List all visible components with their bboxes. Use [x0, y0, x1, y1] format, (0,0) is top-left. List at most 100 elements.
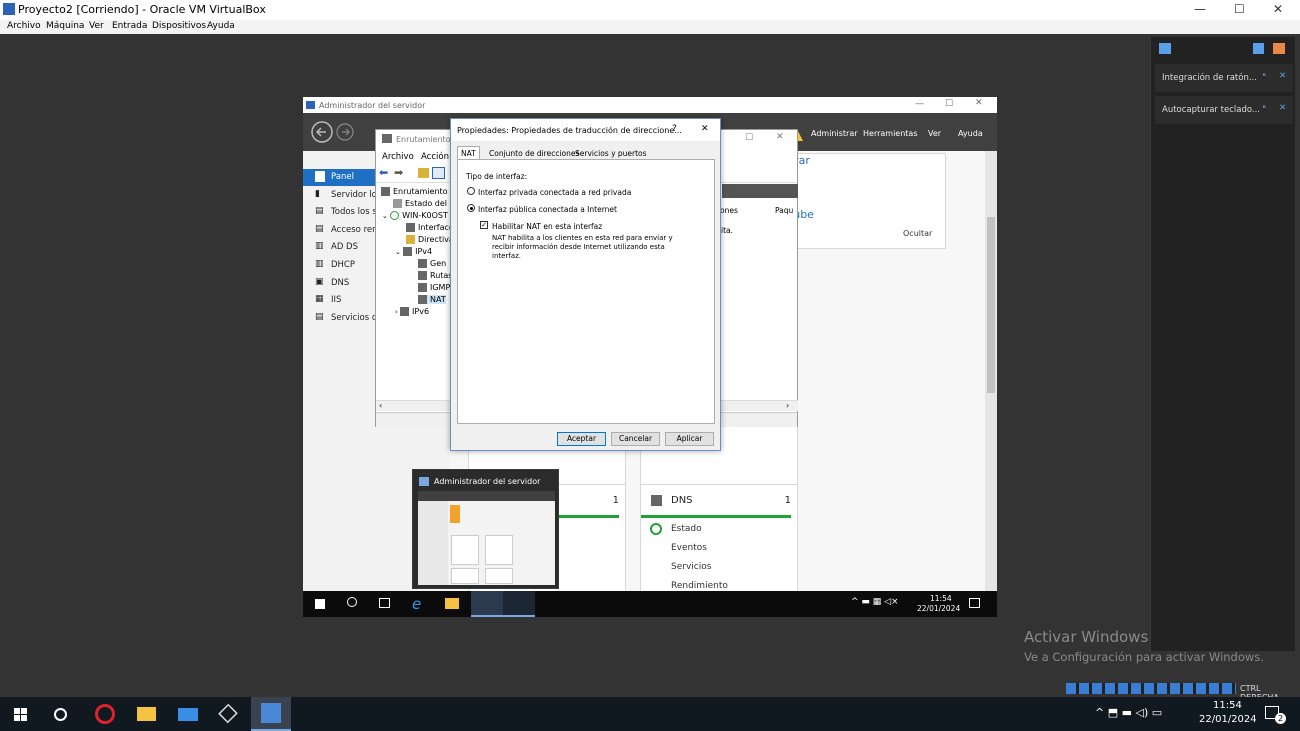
- tree-item-directivas[interactable]: Directiva: [406, 235, 454, 244]
- notification-mouse-integration[interactable]: Integración de ratón... ⁌ ✕: [1155, 64, 1293, 92]
- vm-windows2016-taskbar-icon[interactable]: [251, 697, 291, 731]
- back-forward-icon[interactable]: [311, 121, 361, 143]
- guest-notification-icon[interactable]: [969, 598, 980, 608]
- guest-maximize-button[interactable]: ☐: [945, 99, 953, 109]
- notification-pin-icon[interactable]: ⁌: [1262, 103, 1266, 113]
- dialog-close-button[interactable]: ✕: [701, 124, 709, 134]
- radio-public-interface[interactable]: [467, 204, 475, 212]
- tree-item-igmp[interactable]: IGMP: [418, 283, 450, 292]
- header-menu-ver[interactable]: Ver: [928, 129, 941, 138]
- show-hide-tree-icon[interactable]: [432, 167, 445, 179]
- opera-browser-icon[interactable]: [95, 704, 115, 724]
- tree-item-ipv6[interactable]: › IPv6: [395, 307, 429, 316]
- rras-col-ones[interactable]: ones: [720, 206, 738, 215]
- menu-entrada[interactable]: Entrada: [112, 21, 147, 31]
- vbox-menubar: Archivo Máquina Ver Entrada Dispositivos…: [0, 20, 1300, 34]
- scroll-left-icon[interactable]: ‹: [379, 401, 382, 410]
- radio-private-interface[interactable]: [467, 187, 475, 195]
- tree-item-interfaces[interactable]: Interface: [406, 223, 454, 232]
- menu-ver[interactable]: Ver: [89, 21, 104, 31]
- menu-dispositivos[interactable]: Dispositivos: [152, 21, 206, 31]
- taskbar-thumbnail-preview[interactable]: Administrador del servidor: [412, 469, 559, 589]
- notification-close-icon[interactable]: ✕: [1279, 103, 1286, 113]
- folder-up-icon[interactable]: [418, 168, 429, 178]
- host-clock-date[interactable]: 22/01/2024: [1199, 714, 1257, 725]
- tree-item-nat[interactable]: NAT: [418, 295, 446, 304]
- hide-link[interactable]: Ocultar: [903, 229, 932, 238]
- notification-center-icon[interactable]: [1159, 43, 1171, 54]
- chevron-down-icon[interactable]: ⌄: [382, 212, 390, 220]
- scrollbar-thumb[interactable]: [987, 217, 995, 393]
- guest-taskview-icon[interactable]: [379, 598, 390, 608]
- notification-pin-icon[interactable]: ⁌: [1262, 71, 1266, 81]
- apply-button[interactable]: Aplicar: [665, 432, 714, 446]
- dns-card-row-estado[interactable]: Estado: [671, 524, 702, 534]
- file-explorer-icon[interactable]: [137, 707, 156, 721]
- rras-maximize-button[interactable]: ☐: [745, 133, 753, 143]
- rras-menu-accion[interactable]: Acción: [421, 152, 449, 162]
- guest-rras-taskbar-icon[interactable]: [503, 591, 535, 617]
- guest-minimize-button[interactable]: —: [915, 99, 924, 109]
- notification-keyboard-capture[interactable]: Autocapturar teclado... ⁌ ✕: [1155, 96, 1293, 124]
- tab-nat[interactable]: NAT: [457, 146, 480, 160]
- tab-servicios-puertos[interactable]: Servicios y puertos: [571, 146, 651, 159]
- close-button[interactable]: ✕: [1273, 2, 1283, 16]
- guest-server-manager-taskbar-icon[interactable]: [471, 591, 503, 617]
- enable-nat-label[interactable]: Habilitar NAT en esta interfaz: [492, 222, 602, 231]
- guest-clock-time[interactable]: 11:54: [930, 594, 952, 603]
- guest-explorer-icon[interactable]: [445, 598, 459, 609]
- tab-conjunto-direcciones[interactable]: Conjunto de direcciones: [485, 146, 583, 159]
- rras-menu-archivo[interactable]: Archivo: [382, 152, 414, 162]
- guest-start-icon[interactable]: [315, 599, 325, 609]
- windows-start-icon[interactable]: [14, 708, 27, 721]
- host-tray-icons[interactable]: ^ ⬒ ▬ ◁) ▭: [1095, 706, 1162, 719]
- menu-ayuda[interactable]: Ayuda: [207, 21, 235, 31]
- cortana-search-icon[interactable]: [54, 708, 67, 721]
- tree-item-estado[interactable]: Estado del s: [393, 199, 454, 208]
- tree-item-server[interactable]: ⌄ WIN-K0OST: [382, 211, 448, 220]
- header-menu-administrar[interactable]: Administrar: [811, 129, 858, 138]
- minimize-button[interactable]: —: [1194, 2, 1206, 16]
- vbox-status-icons[interactable]: [1066, 683, 1236, 694]
- guest-clock-date[interactable]: 22/01/2024: [917, 604, 960, 613]
- server-manager-scrollbar[interactable]: [985, 151, 997, 591]
- cancel-button[interactable]: Cancelar: [611, 432, 660, 446]
- rras-close-button[interactable]: ✕: [776, 132, 784, 142]
- maximize-button[interactable]: ☐: [1234, 2, 1245, 16]
- notification-close-icon[interactable]: ✕: [1279, 71, 1286, 81]
- rras-col-paqu[interactable]: Paqu: [775, 206, 793, 215]
- dns-card[interactable]: DNS 1 Estado Eventos Servicios Rendimien…: [640, 484, 798, 594]
- virtualbox-taskbar-icon[interactable]: [218, 703, 238, 724]
- dns-card-row-rendimiento[interactable]: Rendimiento: [671, 581, 728, 591]
- back-arrow-icon[interactable]: ⬅: [379, 166, 388, 179]
- guest-search-icon[interactable]: [347, 597, 357, 607]
- enable-nat-checkbox[interactable]: ✓: [480, 221, 488, 229]
- radio-private-label[interactable]: Interfaz privada conectada a red privada: [478, 188, 631, 197]
- dns-card-icon: [651, 495, 662, 506]
- menu-maquina[interactable]: Máquina: [46, 21, 84, 31]
- forward-arrow-icon[interactable]: ➡: [394, 166, 403, 179]
- tree-item-ipv4[interactable]: ⌄ IPv4: [395, 247, 432, 256]
- dns-card-row-servicios[interactable]: Servicios: [671, 562, 711, 572]
- dialog-help-button[interactable]: ?: [672, 124, 677, 134]
- header-menu-ayuda[interactable]: Ayuda: [958, 129, 983, 138]
- host-clock-time[interactable]: 11:54: [1213, 700, 1242, 711]
- header-menu-herramientas[interactable]: Herramientas: [863, 129, 918, 138]
- guest-tray-icons[interactable]: ^ ▬ ▦ ◁×: [851, 597, 899, 607]
- guest-ie-icon[interactable]: e: [412, 595, 421, 613]
- ipv6-node-icon: [400, 307, 410, 316]
- dns-card-row-eventos[interactable]: Eventos: [671, 543, 707, 553]
- ok-button[interactable]: Aceptar: [557, 432, 606, 446]
- tree-item-root[interactable]: Enrutamiento y: [381, 187, 455, 196]
- menu-archivo[interactable]: Archivo: [7, 21, 41, 31]
- nat-properties-dialog[interactable]: Propiedades: Propiedades de traducción d…: [450, 118, 721, 451]
- scroll-right-icon[interactable]: ›: [786, 401, 789, 410]
- tree-item-rutas[interactable]: Rutas: [418, 271, 452, 280]
- guest-close-button[interactable]: ✕: [975, 98, 983, 108]
- tree-item-general[interactable]: Gen: [418, 259, 446, 268]
- radio-public-label[interactable]: Interfaz pública conectada a Internet: [478, 205, 617, 214]
- clear-all-icon[interactable]: [1273, 43, 1285, 54]
- sort-icon[interactable]: [1253, 43, 1264, 54]
- chevron-down-icon[interactable]: ⌄: [395, 248, 403, 256]
- mail-icon[interactable]: [178, 708, 198, 721]
